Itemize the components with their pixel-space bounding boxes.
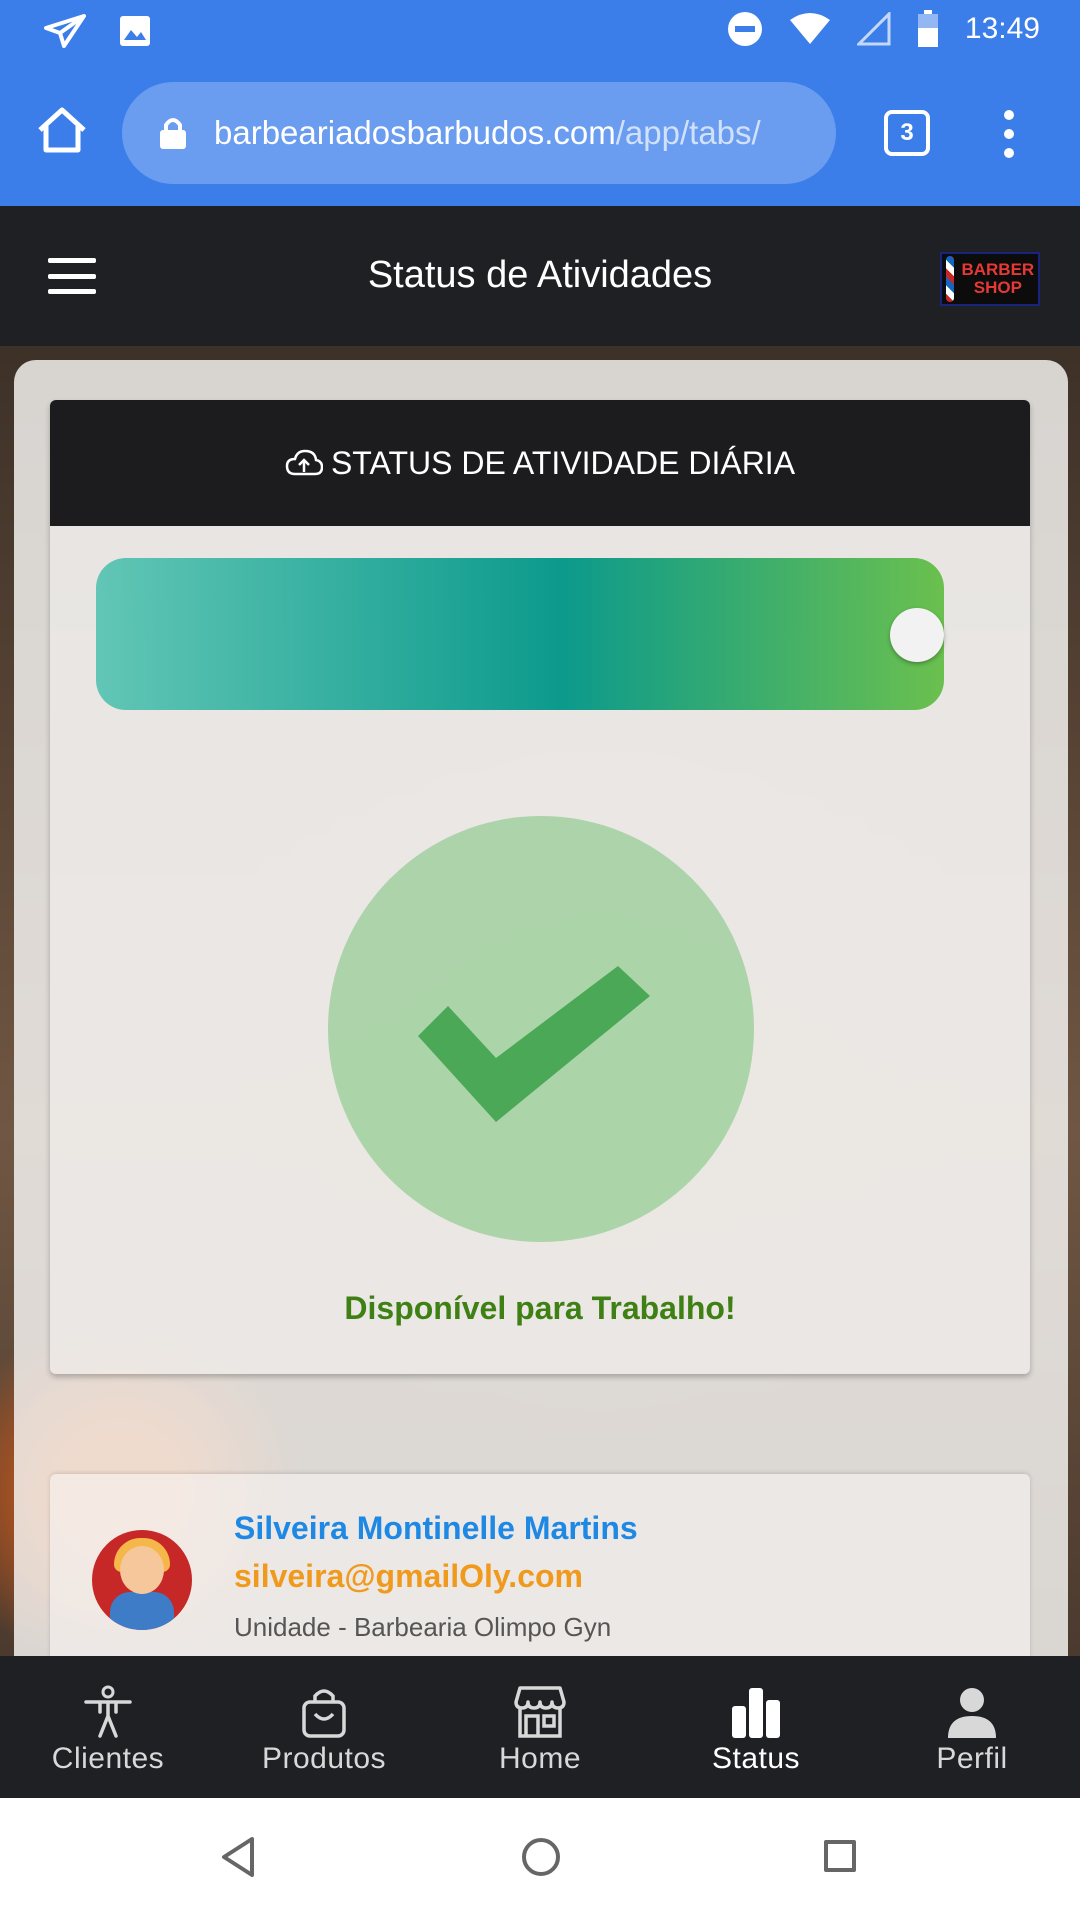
tab-switcher-button[interactable]: 3 — [884, 110, 930, 156]
url-path: /app/tabs/ — [615, 114, 761, 151]
home-circle-icon[interactable] — [522, 1838, 560, 1876]
url-host: barbeariadosbarbudos.com — [214, 114, 616, 151]
recents-icon[interactable] — [824, 1840, 856, 1872]
page-title: Status de Atividades — [367, 254, 713, 296]
status-card: STATUS DE ATIVIDADE DIÁRIA Disponível pa… — [50, 400, 1030, 1374]
logo-text: BARBER SHOP — [961, 260, 1035, 297]
user-email[interactable]: silveira@gmailOly.com — [234, 1558, 583, 1595]
browser-menu-icon[interactable] — [998, 110, 1020, 158]
app-header: Status de Atividades BARBER SHOP — [0, 206, 1080, 346]
tab-label: Clientes — [51, 1742, 165, 1775]
barber-shop-logo: BARBER SHOP — [940, 252, 1040, 306]
send-icon — [44, 14, 86, 48]
status-card-header: STATUS DE ATIVIDADE DIÁRIA — [50, 400, 1030, 526]
system-nav-bar — [0, 1798, 1080, 1920]
profile-card: Silveira Montinelle Martins silveira@gma… — [50, 1474, 1030, 1674]
avatar — [92, 1530, 192, 1630]
tab-clientes[interactable]: Clientes — [0, 1656, 216, 1798]
tab-produtos[interactable]: Produtos — [216, 1656, 432, 1798]
tab-perfil[interactable]: Perfil — [864, 1656, 1080, 1798]
tab-label: Perfil — [936, 1742, 1008, 1775]
tab-label: Produtos — [261, 1742, 387, 1775]
user-unit: Unidade - Barbearia Olimpo Gyn — [234, 1612, 612, 1642]
url-text: barbeariadosbarbudos.com/app/tabs/ — [214, 114, 814, 152]
accessibility-icon — [84, 1685, 132, 1738]
check-circle — [328, 816, 754, 1242]
storefront-icon — [514, 1686, 566, 1738]
toggle-knob[interactable] — [890, 608, 944, 662]
checkmark-icon — [418, 966, 650, 1122]
system-status-bar: 13:49 — [0, 0, 1080, 64]
wifi-icon — [789, 13, 830, 44]
cloud-upload-icon — [285, 449, 323, 476]
lock-icon — [160, 118, 186, 149]
browser-home-icon[interactable] — [36, 104, 88, 156]
person-icon — [948, 1688, 996, 1738]
bar-chart-icon — [732, 1688, 780, 1738]
tab-status[interactable]: Status — [648, 1656, 864, 1798]
user-name: Silveira Montinelle Martins — [234, 1510, 638, 1546]
signal-icon — [856, 12, 891, 46]
do-not-disturb-icon — [727, 12, 762, 46]
tab-label: Home — [498, 1742, 582, 1775]
battery-icon — [917, 10, 938, 47]
tab-label: Status — [711, 1742, 801, 1775]
availability-toggle[interactable] — [96, 558, 944, 710]
address-bar[interactable]: barbeariadosbarbudos.com/app/tabs/ — [122, 82, 836, 184]
clock: 13:49 — [964, 12, 1040, 45]
back-icon[interactable] — [220, 1836, 256, 1878]
status-card-title: STATUS DE ATIVIDADE DIÁRIA — [330, 444, 796, 481]
image-icon — [120, 16, 150, 46]
availability-message: Disponível para Trabalho! — [344, 1290, 736, 1326]
shopping-bag-icon — [302, 1689, 346, 1738]
tab-home[interactable]: Home — [432, 1656, 648, 1798]
bottom-tab-bar: Clientes Produtos Home Status Perfil — [0, 1656, 1080, 1798]
browser-toolbar: barbeariadosbarbudos.com/app/tabs/ 3 — [0, 64, 1080, 206]
